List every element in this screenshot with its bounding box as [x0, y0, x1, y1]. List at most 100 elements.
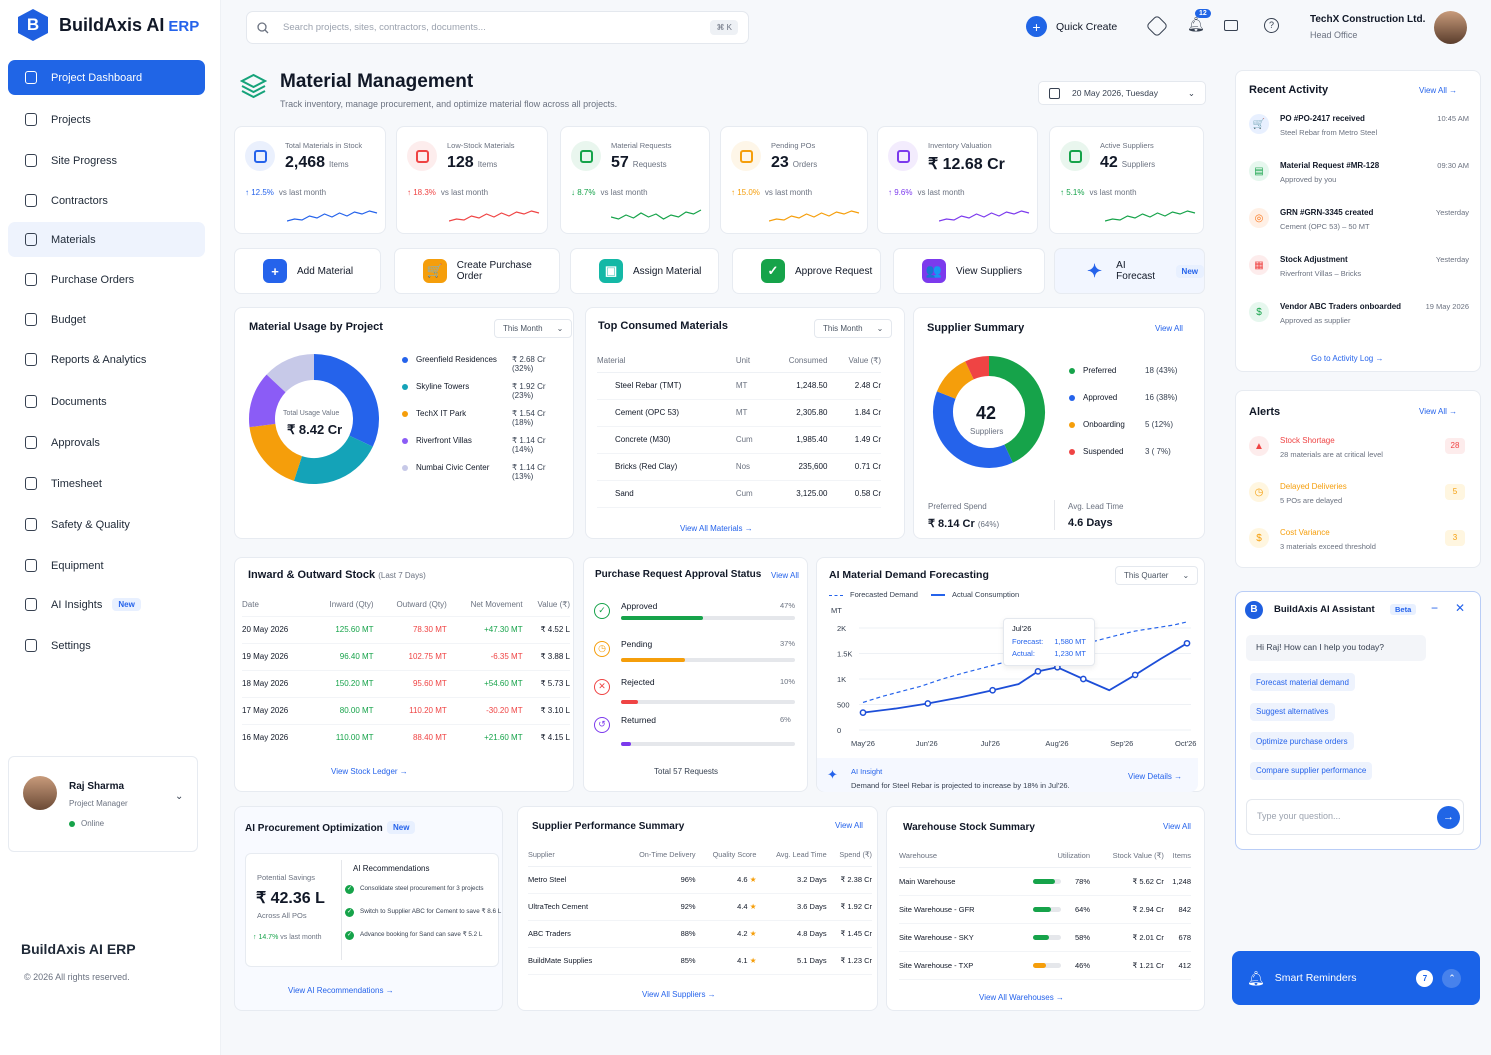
nav-item-budget[interactable]: Budget — [8, 302, 205, 337]
savings-label: Potential Savings — [257, 873, 315, 882]
cell: ₹ 1.92 Cr — [840, 902, 872, 911]
table-row[interactable]: BuildMate Supplies 85% 4.1 ★ 5.1 Days ₹ 1.23… — [528, 947, 872, 974]
nav-item-equipment[interactable]: Equipment — [8, 548, 205, 583]
nav-item-documents[interactable]: Documents — [8, 384, 205, 419]
activity-view-all[interactable]: View All → — [1419, 86, 1457, 95]
table-row[interactable]: Site Warehouse - GFR 64% ₹ 2.94 Cr 842 — [899, 895, 1191, 923]
table-row[interactable]: Site Warehouse - SKY 58% ₹ 2.01 Cr 678 — [899, 923, 1191, 951]
nav-item-materials[interactable]: Materials — [8, 222, 205, 257]
kpi-label: Pending POs — [771, 141, 816, 150]
consumed-period-dropdown[interactable]: This Month ⌄ — [814, 319, 893, 338]
assistant-input[interactable]: Type your question... — [1246, 799, 1464, 835]
quick-action-approve-request[interactable]: ✓ Approve Request — [732, 248, 881, 294]
table-row[interactable]: UltraTech Cement 92% 4.4 ★ 3.6 Days ₹ 1.92 C… — [528, 893, 872, 920]
table-row[interactable]: 17 May 2026 80.00 MT 110.20 MT -30.20 MT ₹ 3… — [242, 697, 570, 724]
kpi-card: Material Requests 57 Requests ↓ 8.7% vs last… — [560, 126, 710, 234]
nav-item-approvals[interactable]: Approvals — [8, 425, 205, 460]
alert-item[interactable]: ◷ Delayed Deliveries 5 POs are delayed 5 — [1249, 482, 1469, 512]
cell: ₹ 2.94 Cr — [1132, 904, 1164, 914]
y-tick-label: 1.5K — [837, 650, 852, 659]
alerts-view-all[interactable]: View All → — [1419, 407, 1457, 416]
nav-item-reports-analytics[interactable]: Reports & Analytics — [8, 342, 205, 377]
recommendation-item[interactable]: ✓ Switch to Supplier ABC for Cement to sa… — [345, 908, 501, 917]
cell: 125.60 MT — [335, 625, 374, 634]
view-all-warehouses-link[interactable]: View All Warehouses → — [979, 993, 1064, 1002]
recommendation-item[interactable]: ✓ Advance booking for Sand can save ₹ 5.2… — [345, 931, 482, 940]
table-row[interactable]: Main Warehouse 78% ₹ 5.62 Cr 1,248 — [899, 867, 1191, 895]
chevron-up-icon[interactable]: ⌃ — [1442, 968, 1462, 988]
activity-log-link[interactable]: Go to Activity Log → — [1311, 354, 1384, 363]
approval-view-all-link[interactable]: View All — [771, 571, 799, 580]
settings-icon[interactable] — [1145, 14, 1169, 38]
nav-item-ai-insights[interactable]: AI Insights New — [8, 587, 205, 622]
table-row[interactable]: Bricks (Red Clay) Nos 235,600 0.71 Cr — [597, 453, 881, 480]
supplier-view-all-link[interactable]: View All — [1155, 324, 1183, 333]
chevron-down-icon[interactable]: ⌄ — [175, 791, 183, 802]
minimize-icon[interactable]: − — [1431, 601, 1438, 615]
quick-action-view-suppliers[interactable]: 👥 View Suppliers — [893, 248, 1045, 294]
quick-action-assign-material[interactable]: ▣ Assign Material — [570, 248, 719, 294]
view-all-materials-link[interactable]: View All Materials → — [680, 524, 753, 533]
view-details-link[interactable]: View Details → — [1128, 772, 1182, 781]
close-icon[interactable]: ✕ — [1455, 601, 1465, 615]
quick-action-create-purchase-order[interactable]: 🛒 Create Purchase Order — [394, 248, 560, 294]
usage-period-dropdown[interactable]: This Month ⌄ — [494, 319, 573, 338]
table-row[interactable]: Site Warehouse - TXP 46% ₹ 1.21 Cr 412 — [899, 951, 1191, 979]
activity-item[interactable]: $ Vendor ABC Traders onboarded Approved as… — [1249, 302, 1469, 332]
search-input[interactable]: Search projects, sites, contractors, doc… — [246, 11, 749, 44]
forecast-period-dropdown[interactable]: This Quarter ⌄ — [1115, 566, 1199, 585]
table-row[interactable]: Cement (OPC 53) MT 2,305.80 1.84 Cr — [597, 399, 881, 426]
profile-avatar[interactable] — [1434, 11, 1467, 44]
mail-icon[interactable] — [1224, 20, 1238, 31]
nav-item-projects[interactable]: Projects — [8, 102, 205, 137]
nav-item-site-progress[interactable]: Site Progress — [8, 143, 205, 178]
table-row[interactable]: Metro Steel 96% 4.6 ★ 3.2 Days ₹ 2.38 Cr — [528, 866, 872, 893]
quick-create-button[interactable]: + Quick Create — [1026, 16, 1117, 37]
nav-label: Budget — [51, 313, 86, 326]
nav-item-timesheet[interactable]: Timesheet — [8, 466, 205, 501]
quick-action-label: View Suppliers — [956, 265, 1022, 277]
view-ai-recommendations-link[interactable]: View AI Recommendations → — [288, 986, 394, 995]
activity-item[interactable]: 🛒 PO #PO-2417 received Steel Rebar from Me… — [1249, 114, 1469, 144]
activity-title: Recent Activity — [1249, 84, 1329, 96]
column-header: Supplier — [528, 850, 555, 860]
alert-item[interactable]: $ Cost Variance 3 materials exceed thresho… — [1249, 528, 1469, 558]
help-icon[interactable]: ? — [1264, 18, 1279, 33]
table-row[interactable]: 20 May 2026 125.60 MT 78.30 MT +47.30 MT ₹ 4… — [242, 616, 570, 643]
supplier-perf-view-all[interactable]: View All — [835, 821, 863, 830]
date-picker[interactable]: 20 May 2026, Tuesday ⌄ — [1038, 81, 1206, 105]
activity-item[interactable]: ◎ GRN #GRN-3345 created Cement (OPC 53) – … — [1249, 208, 1469, 238]
nav-item-settings[interactable]: Settings — [8, 628, 205, 663]
table-row[interactable]: 18 May 2026 150.20 MT 95.60 MT +54.60 MT ₹ 5… — [242, 670, 570, 697]
table-row[interactable]: Concrete (M30) Cum 1,985.40 1.49 Cr — [597, 426, 881, 453]
nav-item-contractors[interactable]: Contractors — [8, 183, 205, 218]
recommendation-item[interactable]: ✓ Consolidate steel procurement for 3 pro… — [345, 885, 484, 894]
smart-reminders-button[interactable]: 🔔︎ Smart Reminders 7 ⌃ — [1232, 951, 1480, 1005]
send-button[interactable]: → — [1437, 806, 1460, 829]
assistant-logo-icon: B — [1245, 601, 1263, 619]
activity-item[interactable]: ▤ Material Request #MR-128 Approved by you… — [1249, 161, 1469, 191]
quick-action-ai-forecast[interactable]: ✦ AI Forecast New — [1054, 248, 1205, 294]
table-row[interactable]: Steel Rebar (TMT) MT 1,248.50 2.48 Cr — [597, 372, 881, 399]
nav-item-purchase-orders[interactable]: Purchase Orders — [8, 262, 205, 297]
assistant-suggestion-chip[interactable]: Forecast material demand — [1250, 673, 1355, 691]
kpi-icon-shape — [579, 149, 593, 163]
table-row[interactable]: ABC Traders 88% 4.2 ★ 4.8 Days ₹ 1.45 Cr — [528, 920, 872, 947]
view-all-suppliers-link[interactable]: View All Suppliers → — [642, 990, 716, 999]
user-card[interactable]: Raj Sharma Project Manager Online ⌄ — [8, 756, 198, 852]
warehouse-view-all[interactable]: View All — [1163, 822, 1191, 831]
nav-item-safety-quality[interactable]: Safety & Quality — [8, 507, 205, 542]
assistant-suggestion-chip[interactable]: Compare supplier performance — [1250, 761, 1373, 780]
assistant-suggestion-chip[interactable]: Optimize purchase orders — [1250, 732, 1354, 750]
quick-action-add-material[interactable]: + Add Material — [234, 248, 381, 294]
activity-item[interactable]: ▦ Stock Adjustment Riverfront Villas – Bri… — [1249, 255, 1469, 285]
alert-item[interactable]: ▲ Stock Shortage 28 materials are at criti… — [1249, 436, 1469, 466]
cell: 678 — [1178, 932, 1191, 942]
table-row[interactable]: 19 May 2026 96.40 MT 102.75 MT -6.35 MT ₹ 3.… — [242, 643, 570, 670]
assistant-suggestion-chip[interactable]: Suggest alternatives — [1250, 702, 1335, 721]
nav-item-project-dashboard[interactable]: Project Dashboard — [8, 60, 205, 95]
view-stock-ledger-link[interactable]: View Stock Ledger → — [331, 767, 408, 776]
table-row[interactable]: 16 May 2026 110.00 MT 88.40 MT +21.60 MT ₹ 4… — [242, 724, 570, 751]
table-row[interactable]: Sand Cum 3,125.00 0.58 Cr — [597, 480, 881, 507]
bell-icon[interactable]: 🔔︎ — [1187, 16, 1205, 33]
